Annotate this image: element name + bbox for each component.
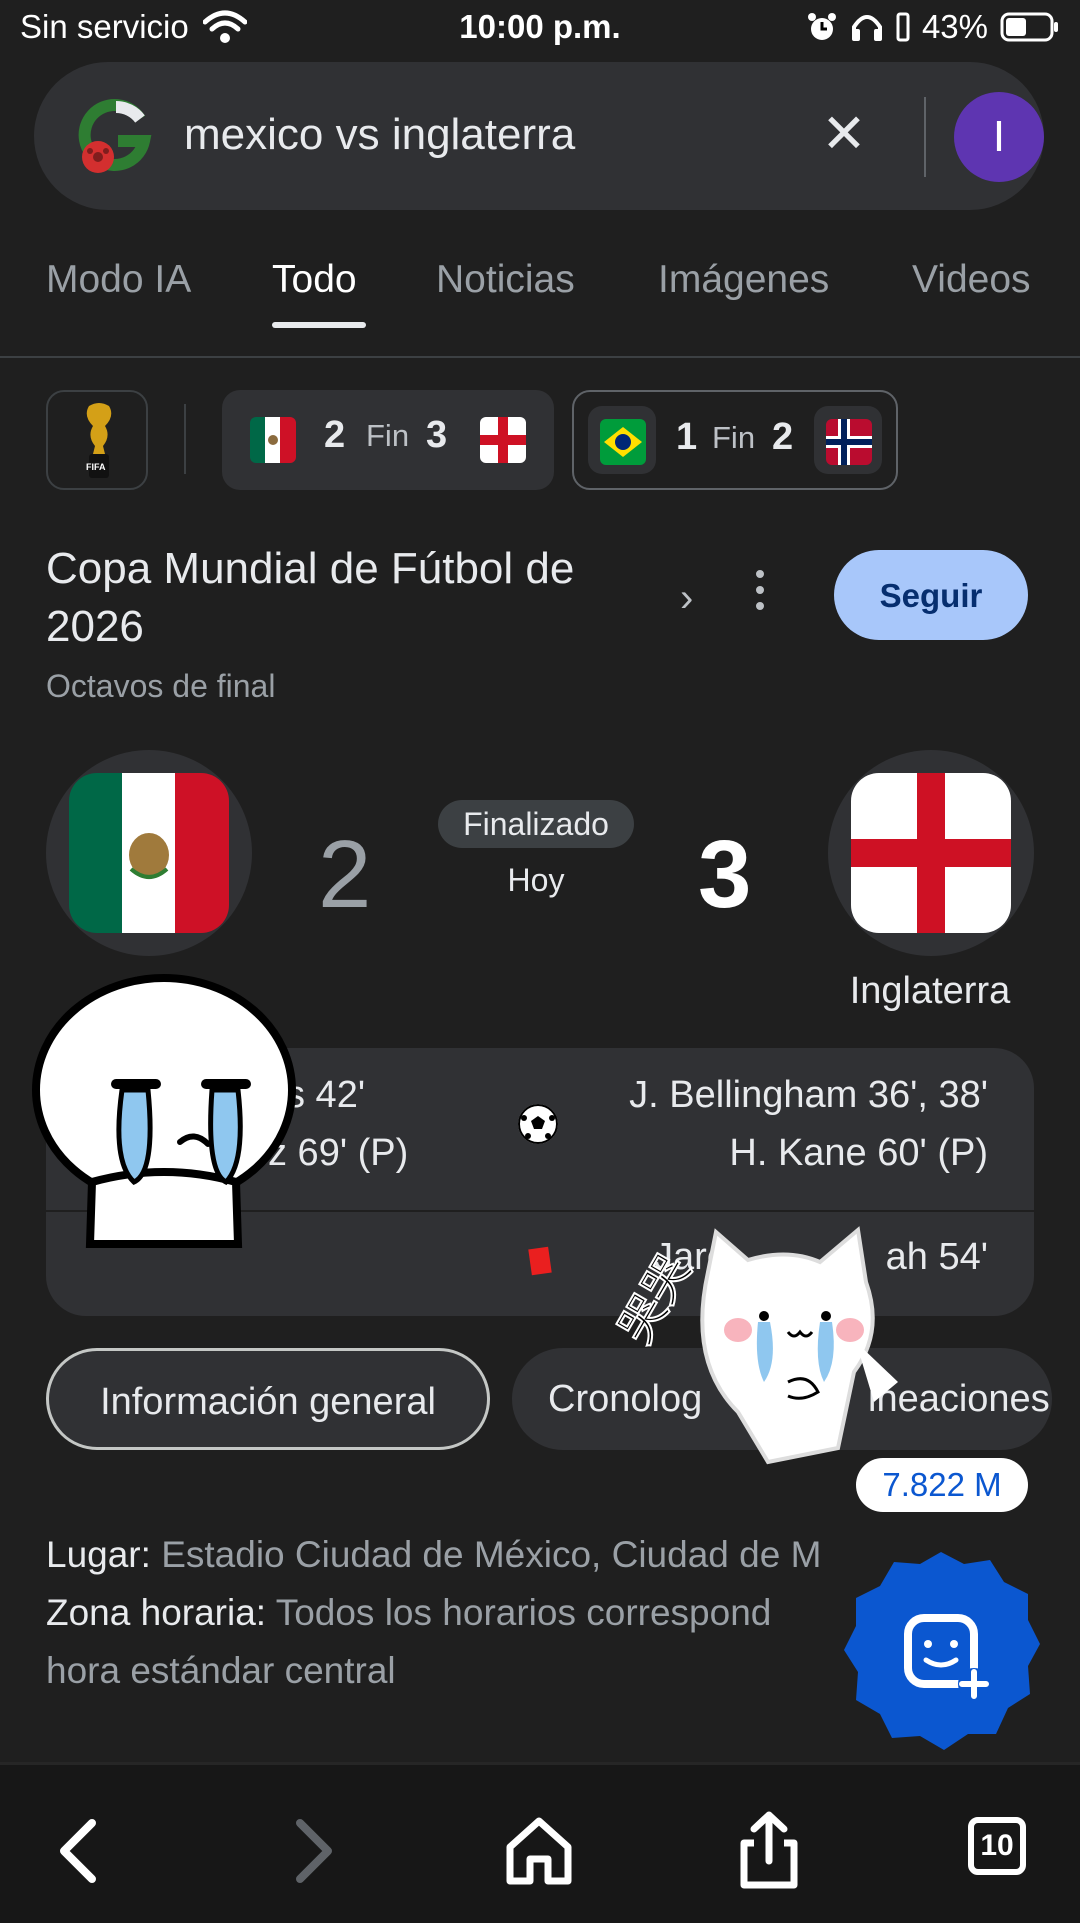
away-goals-line1: J. Bellingham 36', 38': [629, 1074, 988, 1116]
battery-icon: [1000, 12, 1058, 42]
status-bar: Sin servicio 10:00 p.m. 43%: [0, 0, 1080, 58]
tabs-divider: [0, 356, 1080, 358]
chip-home-score: 1: [676, 416, 698, 458]
follow-button[interactable]: Seguir: [834, 550, 1028, 640]
forward-icon[interactable]: [266, 1805, 356, 1895]
tab-informacion-general[interactable]: Información general: [46, 1348, 490, 1450]
chip-status: Fin: [366, 418, 410, 453]
score-chip-mexico-england[interactable]: 2 Fin 3: [222, 390, 554, 490]
alarm-icon: [807, 13, 836, 40]
tab-videos[interactable]: Videos: [912, 258, 1031, 302]
chip-home-score: 2: [324, 414, 346, 456]
google-doodle-logo[interactable]: [76, 97, 156, 177]
fifa-label: FIFA: [86, 462, 106, 472]
sticker-text: 哭哭: [608, 1245, 701, 1352]
score-chip-brazil-norway[interactable]: 1 Fin 2: [572, 390, 898, 490]
headphones-icon: [851, 15, 882, 41]
tab-count: 10: [968, 1817, 1026, 1875]
chips-separator: [184, 404, 186, 474]
team-logo-mexico[interactable]: [46, 750, 252, 956]
search-tabs: Modo IA Todo Noticias Imágenes Videos: [0, 258, 1080, 328]
ai-assistant-fab[interactable]: [836, 1546, 1046, 1756]
match-date: Hoy: [507, 862, 565, 898]
venue-label: Lugar:: [46, 1534, 151, 1575]
crying-cat-sticker: 哭哭: [607, 1226, 898, 1465]
mexico-flag-icon: [69, 773, 229, 933]
tab-imagenes[interactable]: Imágenes: [658, 258, 829, 302]
brazil-flag-icon: [600, 419, 646, 465]
away-team-name[interactable]: Inglaterra: [820, 970, 1040, 1013]
soccer-ball-icon: [518, 1104, 558, 1144]
chip-status: Fin: [712, 420, 756, 455]
tab-modo-ia[interactable]: Modo IA: [46, 258, 191, 302]
away-score: 3: [698, 821, 752, 928]
share-icon[interactable]: [724, 1805, 814, 1895]
clear-icon[interactable]: ✕: [804, 94, 884, 174]
home-score: 2: [318, 821, 372, 928]
tabs-button[interactable]: 10: [954, 1805, 1044, 1895]
active-tab-indicator: [272, 322, 366, 328]
chevron-right-icon[interactable]: ›: [680, 576, 693, 621]
competition-title[interactable]: Copa Mundial de Fútbol de 2026: [46, 540, 626, 656]
mexico-flag-icon: [250, 417, 296, 463]
vibrate-icon: [896, 12, 910, 42]
timezone-label: Zona horaria:: [46, 1592, 267, 1633]
back-icon[interactable]: [36, 1805, 126, 1895]
fifa-world-cup-chip[interactable]: FIFA: [46, 390, 148, 490]
timezone-value: Todos los horarios correspond: [275, 1592, 772, 1633]
tab-todo[interactable]: Todo: [272, 258, 357, 302]
search-input[interactable]: mexico vs inglaterra: [184, 110, 575, 160]
competition-round: Octavos de final: [46, 668, 276, 704]
england-flag-icon: [480, 417, 526, 463]
search-divider: [924, 97, 926, 177]
battery-percent: 43%: [921, 8, 988, 45]
bottom-toolbar: 10: [0, 1762, 1080, 1923]
red-card-icon: [528, 1246, 552, 1276]
tab-noticias[interactable]: Noticias: [436, 258, 575, 302]
venue-value: Estadio Ciudad de México, Ciudad de M: [161, 1534, 822, 1575]
search-bar[interactable]: mexico vs inglaterra ✕ I: [34, 62, 1044, 210]
norway-flag-icon: [826, 419, 872, 465]
team-logo-england[interactable]: [828, 750, 1034, 956]
more-options-icon[interactable]: [752, 566, 768, 618]
timezone-value-line2: hora estándar central: [46, 1650, 396, 1691]
england-flag-icon: [851, 773, 1011, 933]
avatar[interactable]: I: [954, 92, 1044, 182]
chip-away-score: 3: [426, 414, 448, 456]
chip-away-score: 2: [772, 416, 794, 458]
crying-face-sticker: [32, 974, 296, 1248]
match-status: Finalizado: [438, 800, 634, 848]
away-goals-line2: H. Kane 60' (P): [729, 1132, 988, 1174]
home-icon[interactable]: [494, 1805, 584, 1895]
